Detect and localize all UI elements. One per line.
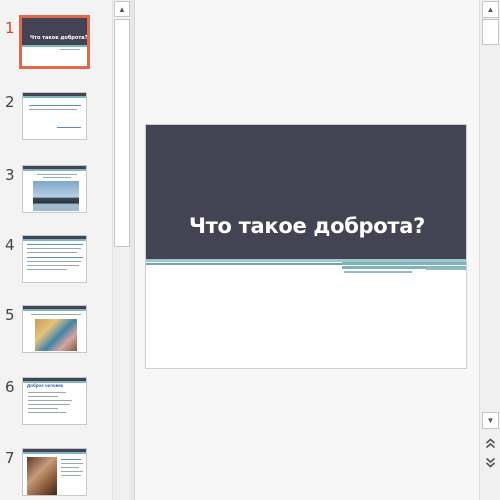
- slide-preview[interactable]: Что такое доброта?: [19, 15, 90, 69]
- triangle-up-icon: ▲: [118, 4, 126, 14]
- slide-thumbnail-6[interactable]: 6 Доброе человек: [0, 377, 112, 437]
- previous-slide-button[interactable]: [483, 436, 498, 451]
- slide-editor: Что такое доброта?: [134, 0, 479, 500]
- slide-number: 4: [5, 236, 15, 254]
- double-chevron-down-icon: [485, 457, 496, 468]
- scroll-up-button[interactable]: ▲: [482, 1, 499, 18]
- slide-number: 2: [5, 93, 15, 111]
- slide-photo: [27, 457, 57, 495]
- editor-scrollbar[interactable]: ▲ ▼: [479, 0, 500, 500]
- accent-stripe: [344, 271, 412, 273]
- slide-preview[interactable]: [22, 305, 87, 353]
- slide-number: 6: [5, 378, 15, 396]
- scroll-down-button[interactable]: ▼: [482, 412, 499, 429]
- slide-preview-title: Что такое доброта?: [30, 35, 88, 41]
- scrollbar-thumb[interactable]: [114, 19, 130, 247]
- slide-thumbnail-pane: 1 Что такое доброта? 2 3 4 5 6 Доброе че…: [0, 0, 112, 500]
- slide-thumbnail-5[interactable]: 5: [0, 305, 112, 365]
- current-slide[interactable]: Что такое доброта?: [145, 124, 467, 369]
- slide-thumbnail-3[interactable]: 3: [0, 165, 112, 225]
- thumbnail-scrollbar[interactable]: ▲: [112, 0, 130, 500]
- slide-preview-heading: Доброе человек: [27, 383, 64, 388]
- slide-thumbnail-2[interactable]: 2: [0, 92, 112, 152]
- slide-preview[interactable]: [22, 92, 87, 140]
- slide-number: 7: [5, 449, 15, 467]
- double-chevron-up-icon: [485, 438, 496, 449]
- scroll-up-button[interactable]: ▲: [114, 1, 130, 17]
- slide-preview[interactable]: [22, 165, 87, 213]
- slide-thumbnail-7[interactable]: 7: [0, 448, 112, 500]
- slide-preview[interactable]: [22, 448, 87, 496]
- slide-number: 1: [5, 19, 15, 37]
- presentation-app: 1 Что такое доброта? 2 3 4 5 6 Доброе че…: [0, 0, 500, 500]
- slide-photo: [33, 181, 79, 211]
- slide-thumbnail-1[interactable]: 1 Что такое доброта?: [0, 15, 112, 78]
- slide-number: 3: [5, 166, 15, 184]
- title-band: [146, 125, 466, 259]
- slide-number: 5: [5, 306, 15, 324]
- slide-preview[interactable]: [22, 235, 87, 283]
- slide-title[interactable]: Что такое доброта?: [146, 214, 466, 238]
- accent-stripe: [342, 262, 466, 265]
- triangle-up-icon: ▲: [486, 5, 495, 14]
- next-slide-button[interactable]: [483, 455, 498, 470]
- slide-thumbnail-4[interactable]: 4: [0, 235, 112, 295]
- scrollbar-thumb[interactable]: [482, 19, 499, 45]
- slide-photo: [35, 319, 77, 351]
- accent-stripe: [426, 267, 466, 270]
- slide-preview[interactable]: Доброе человек: [22, 377, 87, 425]
- triangle-down-icon: ▼: [486, 416, 495, 425]
